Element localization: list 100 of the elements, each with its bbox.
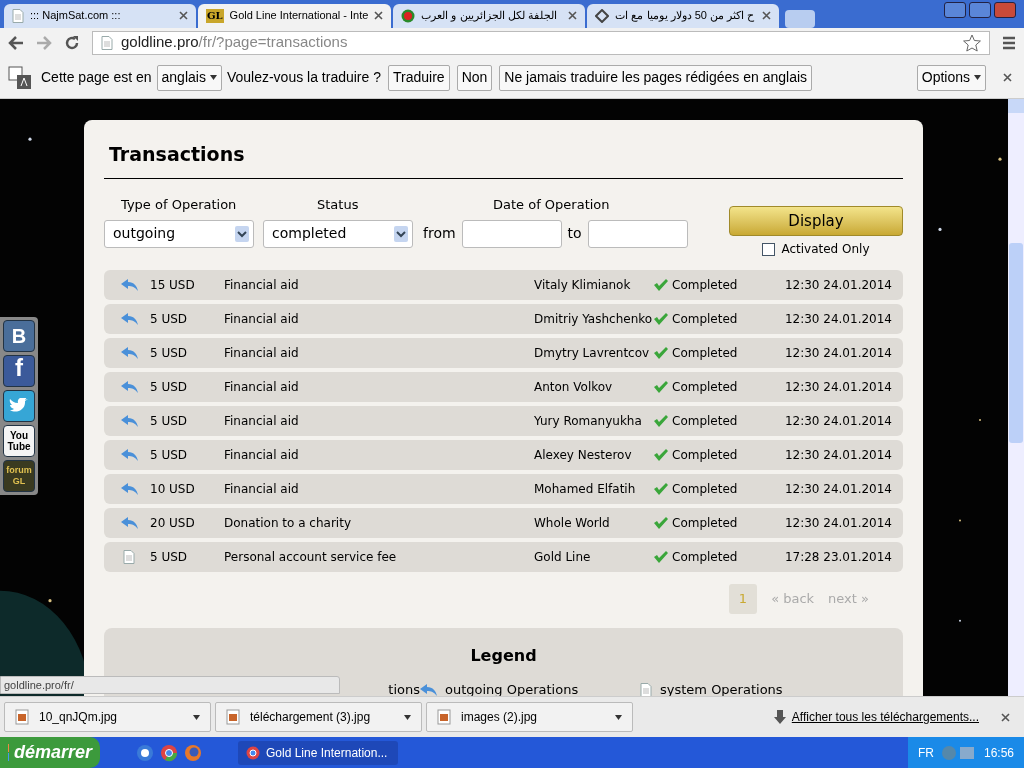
recipient-name: Gold Line [534, 549, 592, 567]
activated-only-checkbox[interactable] [762, 242, 776, 256]
date-text: 12:30 24.01.2014 [784, 481, 893, 499]
reload-icon[interactable] [64, 34, 80, 51]
page-icon [12, 8, 24, 23]
reply-arrow-icon [120, 313, 138, 326]
check-icon [654, 483, 668, 496]
menu-icon[interactable] [1002, 35, 1016, 50]
legend-label: outgoing Operations [445, 680, 579, 696]
check-icon [654, 347, 668, 360]
browser-icon [246, 745, 260, 760]
bird-icon [9, 397, 29, 414]
image-file-icon [15, 709, 29, 726]
tab-title: Gold Line International - Inte [229, 8, 369, 24]
close-icon[interactable] [568, 11, 578, 21]
close-icon[interactable] [762, 11, 772, 21]
date-text: 12:30 24.01.2014 [784, 447, 893, 465]
start-button[interactable]: démarrer [0, 737, 100, 768]
description-text: Financial aid [224, 311, 300, 329]
logo-icon: GL [206, 8, 224, 23]
description-text: Financial aid [224, 379, 300, 397]
url-text: goldline.pro/fr/?page=transactions [121, 32, 348, 53]
twitter-button[interactable] [3, 389, 35, 422]
star-icon[interactable] [963, 33, 981, 52]
close-icon[interactable] [1003, 73, 1012, 83]
date-text: 12:30 24.01.2014 [784, 413, 893, 431]
close-icon[interactable] [1001, 712, 1010, 722]
type-label: Type of Operation [120, 196, 238, 215]
close-icon[interactable] [374, 11, 384, 21]
file-name: 10_qnJQm.jpg [39, 709, 119, 727]
reply-arrow-icon [120, 517, 138, 530]
vk-button[interactable]: B [3, 319, 35, 352]
reply-arrow-icon [120, 483, 138, 496]
browser-icon[interactable] [136, 743, 154, 762]
download-item[interactable]: téléchargement (3).jpg [215, 702, 422, 733]
translate-icon [8, 65, 32, 90]
file-name: téléchargement (3).jpg [250, 709, 372, 727]
date-text: 17:28 23.01.2014 [784, 549, 893, 567]
download-item[interactable]: images (2).jpg [426, 702, 633, 733]
address-bar[interactable]: goldline.pro/fr/?page=transactions [92, 30, 990, 55]
caret-icon [193, 714, 200, 720]
tab-title: الجلفة لكل الجزائريين و العرب [421, 8, 558, 24]
download-item[interactable]: 10_qnJQm.jpg [4, 702, 211, 733]
browser-icon[interactable] [160, 743, 178, 762]
caret-icon [974, 75, 981, 81]
from-date-field[interactable] [461, 219, 562, 248]
translate-question: Voulez-vous la traduire ? [226, 68, 381, 88]
recipient-name: Alexey Nesterov [534, 447, 633, 465]
clock: 16:56 [983, 744, 1014, 762]
amount-text: 5 USD [150, 311, 189, 329]
to-date-field[interactable] [587, 219, 688, 248]
reply-arrow-icon [120, 449, 138, 462]
check-icon [654, 415, 668, 428]
show-all-downloads-link[interactable]: Afficher tous les téléchargements... [791, 708, 979, 727]
browser-tab[interactable]: الجلفة لكل الجزائريين و العرب [393, 3, 586, 28]
check-icon [654, 449, 668, 462]
options-dropdown[interactable]: Options [916, 64, 986, 91]
scrollbar[interactable] [1008, 98, 1024, 696]
translate-bar-button[interactable]: Traduire [388, 64, 450, 91]
reply-arrow-icon [120, 279, 138, 292]
translate-bar-button[interactable]: Ne jamais traduire les pages rédigées en anglais [499, 64, 813, 91]
browser-tab[interactable]: GL Gold Line International - Inte [198, 3, 392, 28]
new-tab-button[interactable] [785, 9, 816, 28]
date-text: 12:30 24.01.2014 [784, 345, 893, 363]
display-button[interactable]: Display [729, 206, 903, 237]
facebook-button[interactable]: f [3, 354, 35, 387]
browser-tab[interactable]: ح اكثر من 50 دولار يوميا مع ات [587, 3, 780, 28]
minimize-window-icon[interactable] [944, 1, 966, 18]
date-label: Date of Operation [492, 196, 611, 215]
back-icon[interactable] [8, 35, 24, 50]
close-icon[interactable] [179, 11, 188, 21]
language-indicator[interactable]: FR [917, 743, 934, 762]
file-name: images (2).jpg [461, 709, 539, 727]
legend-label: system Operations [660, 680, 783, 696]
maximize-window-icon[interactable] [969, 1, 991, 18]
reply-arrow-icon [120, 347, 138, 360]
recipient-name: Yury Romanyukha [534, 413, 643, 431]
reply-arrow-icon [120, 381, 138, 394]
language-dropdown[interactable]: anglais [156, 64, 222, 91]
translate-bar-button[interactable]: Non [456, 64, 493, 91]
date-text: 12:30 24.01.2014 [784, 379, 893, 397]
taskbar-window-button[interactable]: Gold Line Internation... [238, 740, 398, 765]
to-label: to [567, 224, 582, 244]
tab-title: ح اكثر من 50 دولار يوميا مع ات [615, 8, 756, 24]
type-select[interactable]: outgoing [104, 219, 254, 248]
youtube-button[interactable]: You Tube [3, 424, 35, 457]
translate-prompt: Cette page est en [41, 68, 152, 88]
check-icon [654, 551, 668, 564]
download-icon [773, 710, 786, 725]
amount-text: 5 USD [150, 549, 189, 567]
close-window-icon[interactable] [994, 1, 1016, 18]
forum-button[interactable]: forum GL [3, 459, 35, 492]
status-select[interactable]: completed [263, 219, 413, 248]
description-text: Financial aid [224, 277, 300, 295]
status-label: Status [316, 196, 360, 215]
description-text: Financial aid [224, 447, 300, 465]
recipient-name: Mohamed Elfatih [534, 481, 637, 499]
browser-tab[interactable]: ::: NajmSat.com ::: [4, 3, 196, 28]
legend-title: Legend [469, 644, 538, 667]
check-icon [654, 381, 668, 394]
